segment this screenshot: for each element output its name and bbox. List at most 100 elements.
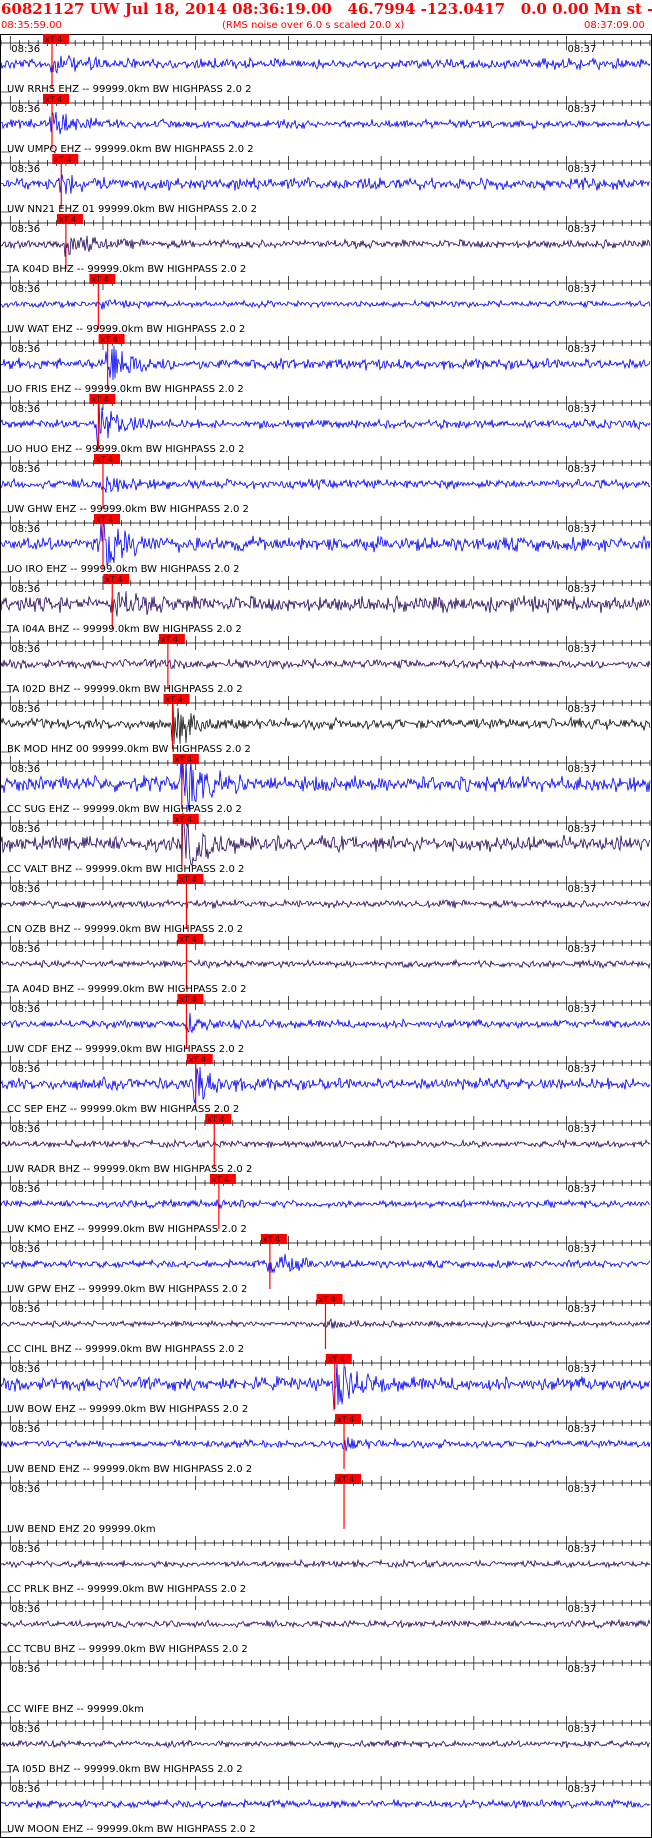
station-label: UW GHW EHZ -- 99999.0km BW HIGHPASS 2.0 … [7, 504, 249, 515]
tick-label-0836: 08:36 [11, 644, 40, 655]
pick-label: xT 4 [96, 515, 113, 524]
waveform-trace [0, 521, 651, 566]
tick-label-0837: 08:37 [568, 1184, 597, 1195]
tick-label-0836: 08:36 [11, 164, 40, 175]
waveform-trace [0, 345, 651, 381]
pick-label: xT 4 [179, 875, 196, 884]
station-label: UW MOON EHZ -- 99999.0km BW HIGHPASS 2.0… [7, 1824, 256, 1835]
tick-label-0836: 08:36 [11, 584, 40, 595]
tick-label-0837: 08:37 [568, 1004, 597, 1015]
station-label: TA K04D BHZ -- 99999.0km BW HIGHPASS 2.0… [6, 264, 246, 275]
station-label: CN OZB BHZ -- 99999.0km BW HIGHPASS 2.0 … [7, 924, 243, 935]
tick-label-0837: 08:37 [568, 644, 597, 655]
tick-label-0836: 08:36 [11, 404, 40, 415]
pick-label: xT 4 [59, 215, 76, 224]
tick-label-0837: 08:37 [568, 224, 597, 235]
pick-label: xT 4 [96, 455, 113, 464]
tick-label-0837: 08:37 [568, 1484, 597, 1495]
waveform-trace [0, 1138, 651, 1149]
waveform-trace [0, 898, 651, 910]
tick-label-0837: 08:37 [568, 164, 597, 175]
station-label: UW BEND EHZ 20 99999.0km [7, 1524, 156, 1535]
waveform-trace [0, 1253, 651, 1276]
tick-label-0837: 08:37 [568, 824, 597, 835]
station-label: UW GPW EHZ -- 99999.0km BW HIGHPASS 2.0 … [7, 1284, 247, 1295]
waveform-trace [0, 1798, 651, 1809]
waveform-trace [0, 1618, 651, 1630]
tick-label-0836: 08:36 [11, 824, 40, 835]
tick-label-0836: 08:36 [11, 224, 40, 235]
waveform-trace [0, 1361, 651, 1411]
station-label: UW BEND EHZ -- 99999.0km BW HIGHPASS 2.0… [7, 1464, 252, 1475]
waveform-trace [1, 111, 651, 135]
tick-label-0836: 08:36 [11, 1064, 40, 1075]
station-label: CC TCBU BHZ -- 99999.0km BW HIGHPASS 2.0… [7, 1644, 248, 1655]
waveform-trace [0, 476, 651, 493]
tick-label-0837: 08:37 [568, 1064, 597, 1075]
rms-note: (RMS noise over 6.0 s scaled 20.0 x) [222, 20, 405, 31]
tick-label-0836: 08:36 [11, 1424, 40, 1435]
station-label: TA I02D BHZ -- 99999.0km BW HIGHPASS 2.0… [6, 684, 243, 695]
tick-label-0837: 08:37 [568, 704, 597, 715]
pick-label: xT 4 [91, 275, 108, 284]
pick-label: xT 4 [328, 1355, 345, 1364]
tick-label-0836: 08:36 [11, 1784, 40, 1795]
station-label: UW RRHS EHZ -- 99999.0km BW HIGHPASS 2.0… [7, 84, 252, 95]
station-label: UW RADR BHZ -- 99999.0km BW HIGHPASS 2.0… [7, 1164, 252, 1175]
pick-label: xT 4 [319, 1295, 336, 1304]
tick-label-0836: 08:36 [11, 1124, 40, 1135]
tick-label-0836: 08:36 [11, 104, 40, 115]
tick-label-0837: 08:37 [568, 764, 597, 775]
tick-label-0837: 08:37 [568, 284, 597, 295]
waveform-trace [0, 1437, 651, 1452]
pick-label: xT 4 [212, 1175, 229, 1184]
pick-label: xT 4 [45, 35, 62, 44]
tick-label-0836: 08:36 [11, 1244, 40, 1255]
event-title: 60821127 UW Jul 18, 2014 08:36:19.00 46.… [1, 0, 652, 18]
station-label: TA I05D BHZ -- 99999.0km BW HIGHPASS 2.0… [6, 1764, 243, 1775]
station-label: BK MOD HHZ 00 99999.0km BW HIGHPASS 2.0 … [7, 744, 251, 755]
waveform-trace [0, 1066, 651, 1104]
station-label: CC SEP EHZ -- 99999.0km BW HIGHPASS 2.0 … [7, 1104, 239, 1115]
tick-label-0836: 08:36 [11, 1544, 40, 1555]
tick-label-0837: 08:37 [568, 1364, 597, 1375]
tick-label-0836: 08:36 [11, 1004, 40, 1015]
station-label: CC SUG EHZ -- 99999.0km BW HIGHPASS 2.0 … [7, 804, 242, 815]
tick-label-0836: 08:36 [11, 1604, 40, 1615]
waveform-trace [0, 1739, 651, 1749]
tick-label-0837: 08:37 [568, 344, 597, 355]
waveform-trace [0, 591, 651, 617]
tick-label-0836: 08:36 [11, 1724, 40, 1735]
tick-label-0837: 08:37 [568, 1544, 597, 1555]
waveform-trace [0, 958, 651, 970]
pick-label: xT 4 [45, 95, 62, 104]
tick-label-0836: 08:36 [11, 1304, 40, 1315]
station-label: UW KMO EHZ -- 99999.0km BW HIGHPASS 2.0 … [7, 1224, 247, 1235]
tick-label-0837: 08:37 [568, 464, 597, 475]
pick-label: xT 4 [101, 335, 118, 344]
station-label: CC VALT BHZ -- 99999.0km BW HIGHPASS 2.0… [7, 864, 244, 875]
station-label: UO IRO EHZ -- 99999.0km BW HIGHPASS 2.0 … [7, 564, 240, 575]
pick-label: xT 4 [161, 635, 178, 644]
tick-label-0836: 08:36 [11, 44, 40, 55]
tick-label-0837: 08:37 [568, 1664, 597, 1675]
seismogram-plot: 08:36 08:37xT 4UW RRHS EHZ -- 99999.0km B… [0, 34, 652, 1838]
station-label: CC CIHL BHZ -- 99999.0km BW HIGHPASS 2.0… [7, 1344, 244, 1355]
waveform-trace [0, 1198, 651, 1210]
tick-label-0837: 08:37 [568, 44, 597, 55]
tick-label-0837: 08:37 [568, 1304, 597, 1315]
tick-label-0837: 08:37 [568, 1124, 597, 1135]
pick-label: xT 4 [337, 1415, 354, 1424]
pick-label: xT 4 [179, 935, 196, 944]
tick-label-0836: 08:36 [11, 1184, 40, 1195]
pick-label: xT 4 [105, 575, 122, 584]
tick-label-0837: 08:37 [568, 884, 597, 895]
tick-label-0836: 08:36 [11, 884, 40, 895]
waveform-trace [0, 54, 651, 75]
tick-label-0836: 08:36 [11, 1364, 40, 1375]
tick-label-0836: 08:36 [11, 1664, 40, 1675]
waveform-trace [0, 174, 651, 195]
seismogram-page: 60821127 UW Jul 18, 2014 08:36:19.00 46.… [0, 0, 652, 1838]
tick-label-0836: 08:36 [11, 464, 40, 475]
station-label: UW NN21 EHZ 01 99999.0km BW HIGHPASS 2.0… [7, 204, 257, 215]
